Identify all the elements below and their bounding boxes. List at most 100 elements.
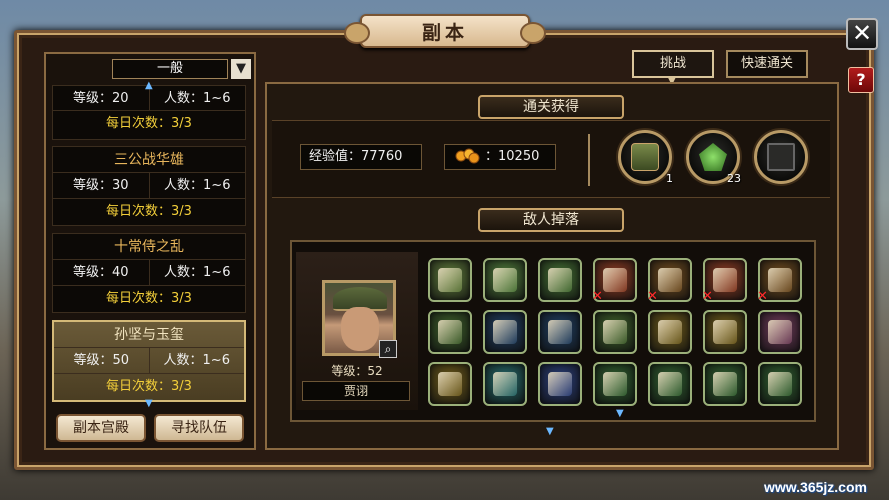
dungeon-entry[interactable]: 十常侍之乱 等级：40 人数：1~6 每日次数：3/3 [52,233,246,313]
drop-item[interactable] [538,310,582,354]
locked-chest-icon [631,143,659,171]
entry-daily-count: 每日次数：3/3 [106,291,192,306]
drop-item[interactable] [648,310,692,354]
entry-people: 人数：1~6 [164,178,231,193]
entry-daily-count: 每日次数：3/3 [106,204,192,219]
entry-level: 等级：30 [53,173,150,198]
unavailable-mark-icon: ✕ [592,289,603,304]
drop-item[interactable] [483,310,527,354]
drop-item[interactable]: ✕ [592,258,637,304]
drop-item[interactable] [758,362,802,406]
reward-slot[interactable]: 23 [686,130,741,185]
boss-name: 贾诩 [302,381,410,401]
enemy-drops-header: 敌人掉落 [478,208,624,232]
entry-daily-count: 每日次数：3/3 [106,379,192,394]
drop-item[interactable]: ✕ [702,258,747,304]
drop-item[interactable] [538,258,582,302]
paper-scroll-icon [658,372,682,396]
entry-title: 三公战华雄 [53,147,245,173]
unavailable-mark-icon: ✕ [702,289,713,304]
gold-crown-icon [493,320,517,344]
drop-item[interactable] [758,310,802,354]
green-jade-icon [699,143,727,171]
teal-book-icon [493,372,517,396]
unavailable-mark-icon: ✕ [757,289,768,304]
entry-people: 人数：1~6 [163,353,230,368]
entry-level: 等级：40 [53,260,150,285]
scroll-up-indicator: ▲ [145,80,153,91]
chevron-down-icon[interactable]: ▼ [231,59,251,79]
drop-item[interactable]: ✕ [647,258,692,304]
robe-icon [768,268,792,292]
zoom-icon[interactable]: ⌕ [379,340,397,358]
drop-item[interactable] [428,258,472,302]
drop-item[interactable] [703,310,747,354]
drop-item[interactable] [593,310,637,354]
find-team-button[interactable]: 寻找队伍 [154,414,244,442]
drop-item[interactable] [648,362,692,406]
entry-daily-count: 每日次数：3/3 [106,116,192,131]
close-icon: ✕ [851,19,873,47]
window-title: 副本 [344,14,546,48]
drop-item[interactable] [483,362,527,406]
blue-book-icon [548,372,572,396]
exp-reward: 经验值：77760 [300,144,422,170]
panel-scroll-down-indicator: ▼ [546,426,554,437]
reward-slot[interactable]: 1 [618,130,673,185]
entry-stats-row: 等级：30 人数：1~6 [53,173,245,199]
watermark: www.365jz.com [764,479,867,495]
drop-item[interactable] [703,362,747,406]
drop-item[interactable] [428,310,472,354]
orange-book-icon [658,320,682,344]
entry-title: 十常侍之乱 [53,234,245,260]
tab-quick-clear[interactable]: 快速通关 [726,50,808,78]
paper-scroll-icon [603,372,627,396]
entry-people: 人数：1~6 [164,91,231,106]
entry-people: 人数：1~6 [164,265,231,280]
unavailable-mark-icon: ✕ [647,289,658,304]
entry-level: 等级：20 [53,86,150,110]
drop-item[interactable] [538,362,582,406]
iron-box-icon [767,143,795,171]
tab-challenge[interactable]: 挑战 [632,50,714,78]
iron-ore-icon [493,268,517,292]
clear-rewards-header: 通关获得 [478,95,624,119]
dungeon-entry-partial[interactable]: 等级：20 人数：1~6 每日次数：3/3 [52,85,246,140]
drop-item[interactable] [483,258,527,302]
reward-slot[interactable] [754,130,808,184]
scepter-icon [713,268,737,292]
entry-stats-row: 等级：40 人数：1~6 [53,260,245,286]
gold-coin-icon [455,148,480,164]
treasure-chest-icon [438,320,462,344]
bamboo-scroll-icon [548,320,572,344]
entry-level: 等级：50 [54,348,150,373]
close-button[interactable]: ✕ [846,18,878,50]
boss-face [341,307,379,351]
drop-item[interactable] [593,362,637,406]
dungeon-entry-selected[interactable]: 孙坚与玉玺 等级：50 人数：1~6 每日次数：3/3 [52,320,246,402]
rewards-divider [588,134,590,186]
armor-icon [603,320,627,344]
scroll-down-indicator: ▼ [145,398,153,409]
silver-ingot-icon [438,268,462,292]
entry-stats-row: 等级：50 人数：1~6 [54,348,244,374]
white-gem-icon [713,372,737,396]
entry-title: 孙坚与玉玺 [54,322,244,348]
dungeon-entry[interactable]: 三公战华雄 等级：30 人数：1~6 每日次数：3/3 [52,146,246,226]
drop-item[interactable] [428,362,472,406]
robe-icon [658,268,682,292]
difficulty-dropdown[interactable]: 一般 [112,59,228,79]
grey-gem-icon [768,372,792,396]
orange-book-icon [438,372,462,396]
help-button[interactable]: ? [848,67,874,93]
scroll-icon [548,268,572,292]
boss-level: 等级：52 [331,364,383,378]
reward-count: 1 [666,172,673,185]
dungeon-palace-button[interactable]: 副本宫殿 [56,414,146,442]
reward-count: 23 [727,172,741,185]
items-scroll-down-indicator: ▼ [616,408,624,419]
pink-book-icon [768,320,792,344]
drop-item[interactable]: ✕ [757,258,802,304]
orange-book-icon [713,320,737,344]
scepter-icon [603,268,627,292]
